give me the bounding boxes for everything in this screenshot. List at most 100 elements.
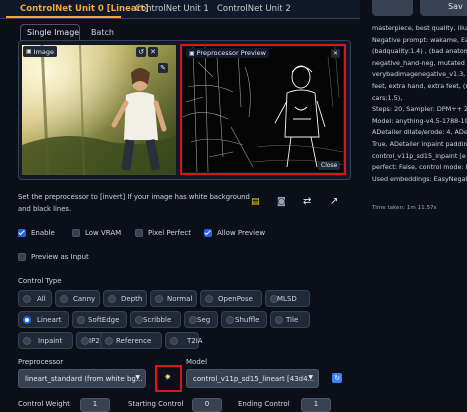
control-type-option-reference[interactable]: Reference: [100, 332, 162, 349]
radio-reference: [105, 337, 113, 345]
control-type-option-openpose[interactable]: OpenPose: [200, 290, 262, 307]
camera-icon[interactable]: ◙: [277, 197, 286, 207]
radio-seg: [189, 316, 197, 324]
allow-preview-checkbox[interactable]: [204, 229, 212, 237]
tab-controlnet-unit-0[interactable]: ControlNet Unit 0 [Lineart]: [20, 4, 149, 14]
radio-tile: [275, 316, 283, 324]
lineart-preview-svg: [183, 47, 343, 172]
radio-canny: [60, 295, 68, 303]
tab-controlnet-unit-1[interactable]: ControlNet Unit 1: [135, 4, 209, 14]
control-type-option-tile[interactable]: Tile: [270, 311, 310, 328]
enable-label: Enable: [31, 229, 55, 237]
upload-arrow-icon[interactable]: ↗: [330, 196, 338, 207]
control-type-option-inpaint[interactable]: Inpaint: [18, 332, 73, 349]
note-icon[interactable]: ▤: [251, 197, 260, 207]
undo-icon[interactable]: ↺: [136, 47, 146, 57]
control-type-option-softedge[interactable]: SoftEdge: [72, 311, 127, 328]
control-type-option-scribble[interactable]: Scribble: [130, 311, 181, 328]
info-line: Steps: 20, Sampler: DPM++ 2S: [372, 105, 467, 114]
control-type-option-depth[interactable]: Depth: [103, 290, 147, 307]
radio-inpaint: [23, 337, 31, 345]
preprocessor-preview-image[interactable]: [183, 47, 343, 172]
subtab-batch[interactable]: Batch: [91, 28, 114, 37]
low-vram-label: Low VRAM: [85, 229, 122, 237]
option-label-reference: Reference: [116, 337, 152, 345]
subtab-single-image[interactable]: Single Image: [20, 24, 80, 41]
model-label: Model: [186, 358, 208, 366]
radio-openpose: [205, 295, 213, 303]
model-value: control_v11p_sd15_lineart [43d4...: [193, 375, 315, 383]
option-label-seg: Seg: [197, 316, 211, 324]
image-toolbar: ↺ ✕: [136, 47, 158, 57]
refresh-icon[interactable]: ↻: [332, 373, 342, 383]
right-top-button-left[interactable]: [372, 0, 413, 16]
option-label-shuffle: Shuffle: [235, 316, 260, 324]
control-type-option-normal[interactable]: Normal: [150, 290, 197, 307]
radio-lineart: [23, 316, 31, 324]
source-image[interactable]: [22, 45, 176, 175]
allow-preview-label: Allow Preview: [217, 229, 266, 237]
ending-control-input[interactable]: 1: [301, 398, 331, 412]
starting-control-input[interactable]: 0: [192, 398, 222, 412]
ending-control-value: 1: [313, 400, 319, 408]
preview-as-input-label: Preview as Input: [31, 253, 89, 261]
control-type-option-shuffle[interactable]: Shuffle: [221, 311, 267, 328]
enable-checkbox[interactable]: [18, 229, 26, 237]
control-type-label: Control Type: [18, 277, 62, 285]
option-label-tile: Tile: [286, 316, 299, 324]
model-chevron-down-icon: ▼: [308, 374, 313, 381]
option-label-depth: Depth: [121, 295, 143, 303]
radio-scribble: [135, 316, 143, 324]
tab-controlnet-unit-2[interactable]: ControlNet Unit 2: [217, 4, 291, 14]
control-weight-value: 1: [92, 400, 98, 408]
info-line: perfect: False, control mode: B: [372, 163, 467, 172]
chevron-down-icon: ▼: [135, 374, 140, 381]
control-weight-label: Control Weight: [18, 400, 70, 408]
generation-info: masterpiece, best quality, illus Negativ…: [368, 24, 467, 204]
tab-unit0-underline: [6, 16, 121, 18]
save-button[interactable]: Sav: [420, 0, 467, 16]
radio-normal: [155, 295, 163, 303]
preview-as-input-checkbox[interactable]: [18, 253, 26, 261]
control-type-option-canny[interactable]: Canny: [55, 290, 100, 307]
ending-control-label: Ending Control: [238, 400, 290, 408]
preprocessor-label: Preprocessor: [18, 358, 64, 366]
preview-close-button[interactable]: Close: [318, 161, 341, 170]
subtab-single-image-label: Single Image: [27, 28, 80, 37]
star-burst-icon[interactable]: ✷: [164, 373, 172, 383]
info-line: Used embeddings: EasyNegati: [372, 174, 467, 183]
info-line: cars:1.5),: [372, 93, 403, 102]
control-type-option-lineart[interactable]: Lineart: [18, 311, 69, 328]
model-dropdown[interactable]: control_v11p_sd15_lineart [43d4... ▼: [186, 369, 319, 388]
pixel-perfect-checkbox[interactable]: [135, 229, 143, 237]
radio-depth: [108, 295, 116, 303]
option-label-mlsd: MLSD: [277, 295, 297, 303]
control-type-option-t2ia[interactable]: T2IA: [165, 332, 203, 349]
image-label: Image: [33, 47, 55, 56]
source-photo-svg: [22, 45, 176, 175]
option-label-t2ia: T2IA: [187, 337, 203, 345]
low-vram-checkbox[interactable]: [72, 229, 80, 237]
radio-ip2p: [81, 337, 89, 345]
control-type-option-mlsd[interactable]: MLSD: [265, 290, 310, 307]
option-label-all: All: [37, 295, 46, 303]
preprocessor-dropdown[interactable]: lineart_standard (from white bg... ▼: [18, 369, 146, 388]
edit-icon[interactable]: ✎: [158, 63, 168, 73]
preview-label-badge: ▣ Preprocessor Preview: [186, 48, 270, 58]
radio-t2ia: [170, 337, 178, 345]
control-type-option-all[interactable]: All: [18, 290, 52, 307]
pixel-perfect-label: Pixel Perfect: [148, 229, 191, 237]
image-icon: ▣: [26, 48, 32, 55]
option-label-normal: Normal: [167, 295, 193, 303]
info-line: Negative prompt: wakame, Eas: [372, 35, 467, 44]
control-type-option-seg[interactable]: Seg: [184, 311, 218, 328]
info-line: verybadimagenegative_v1.3, a: [372, 70, 467, 79]
radio-shuffle: [226, 316, 234, 324]
control-weight-input[interactable]: 1: [80, 398, 110, 412]
option-label-canny: Canny: [73, 295, 96, 303]
close-icon[interactable]: ✕: [148, 47, 158, 57]
swap-icon[interactable]: ⇄: [303, 196, 311, 207]
info-line: Model: anything-v4.5-1788-192: [372, 116, 467, 125]
option-label-scribble: Scribble: [143, 316, 172, 324]
preview-close-x-icon[interactable]: ✕: [331, 49, 340, 58]
